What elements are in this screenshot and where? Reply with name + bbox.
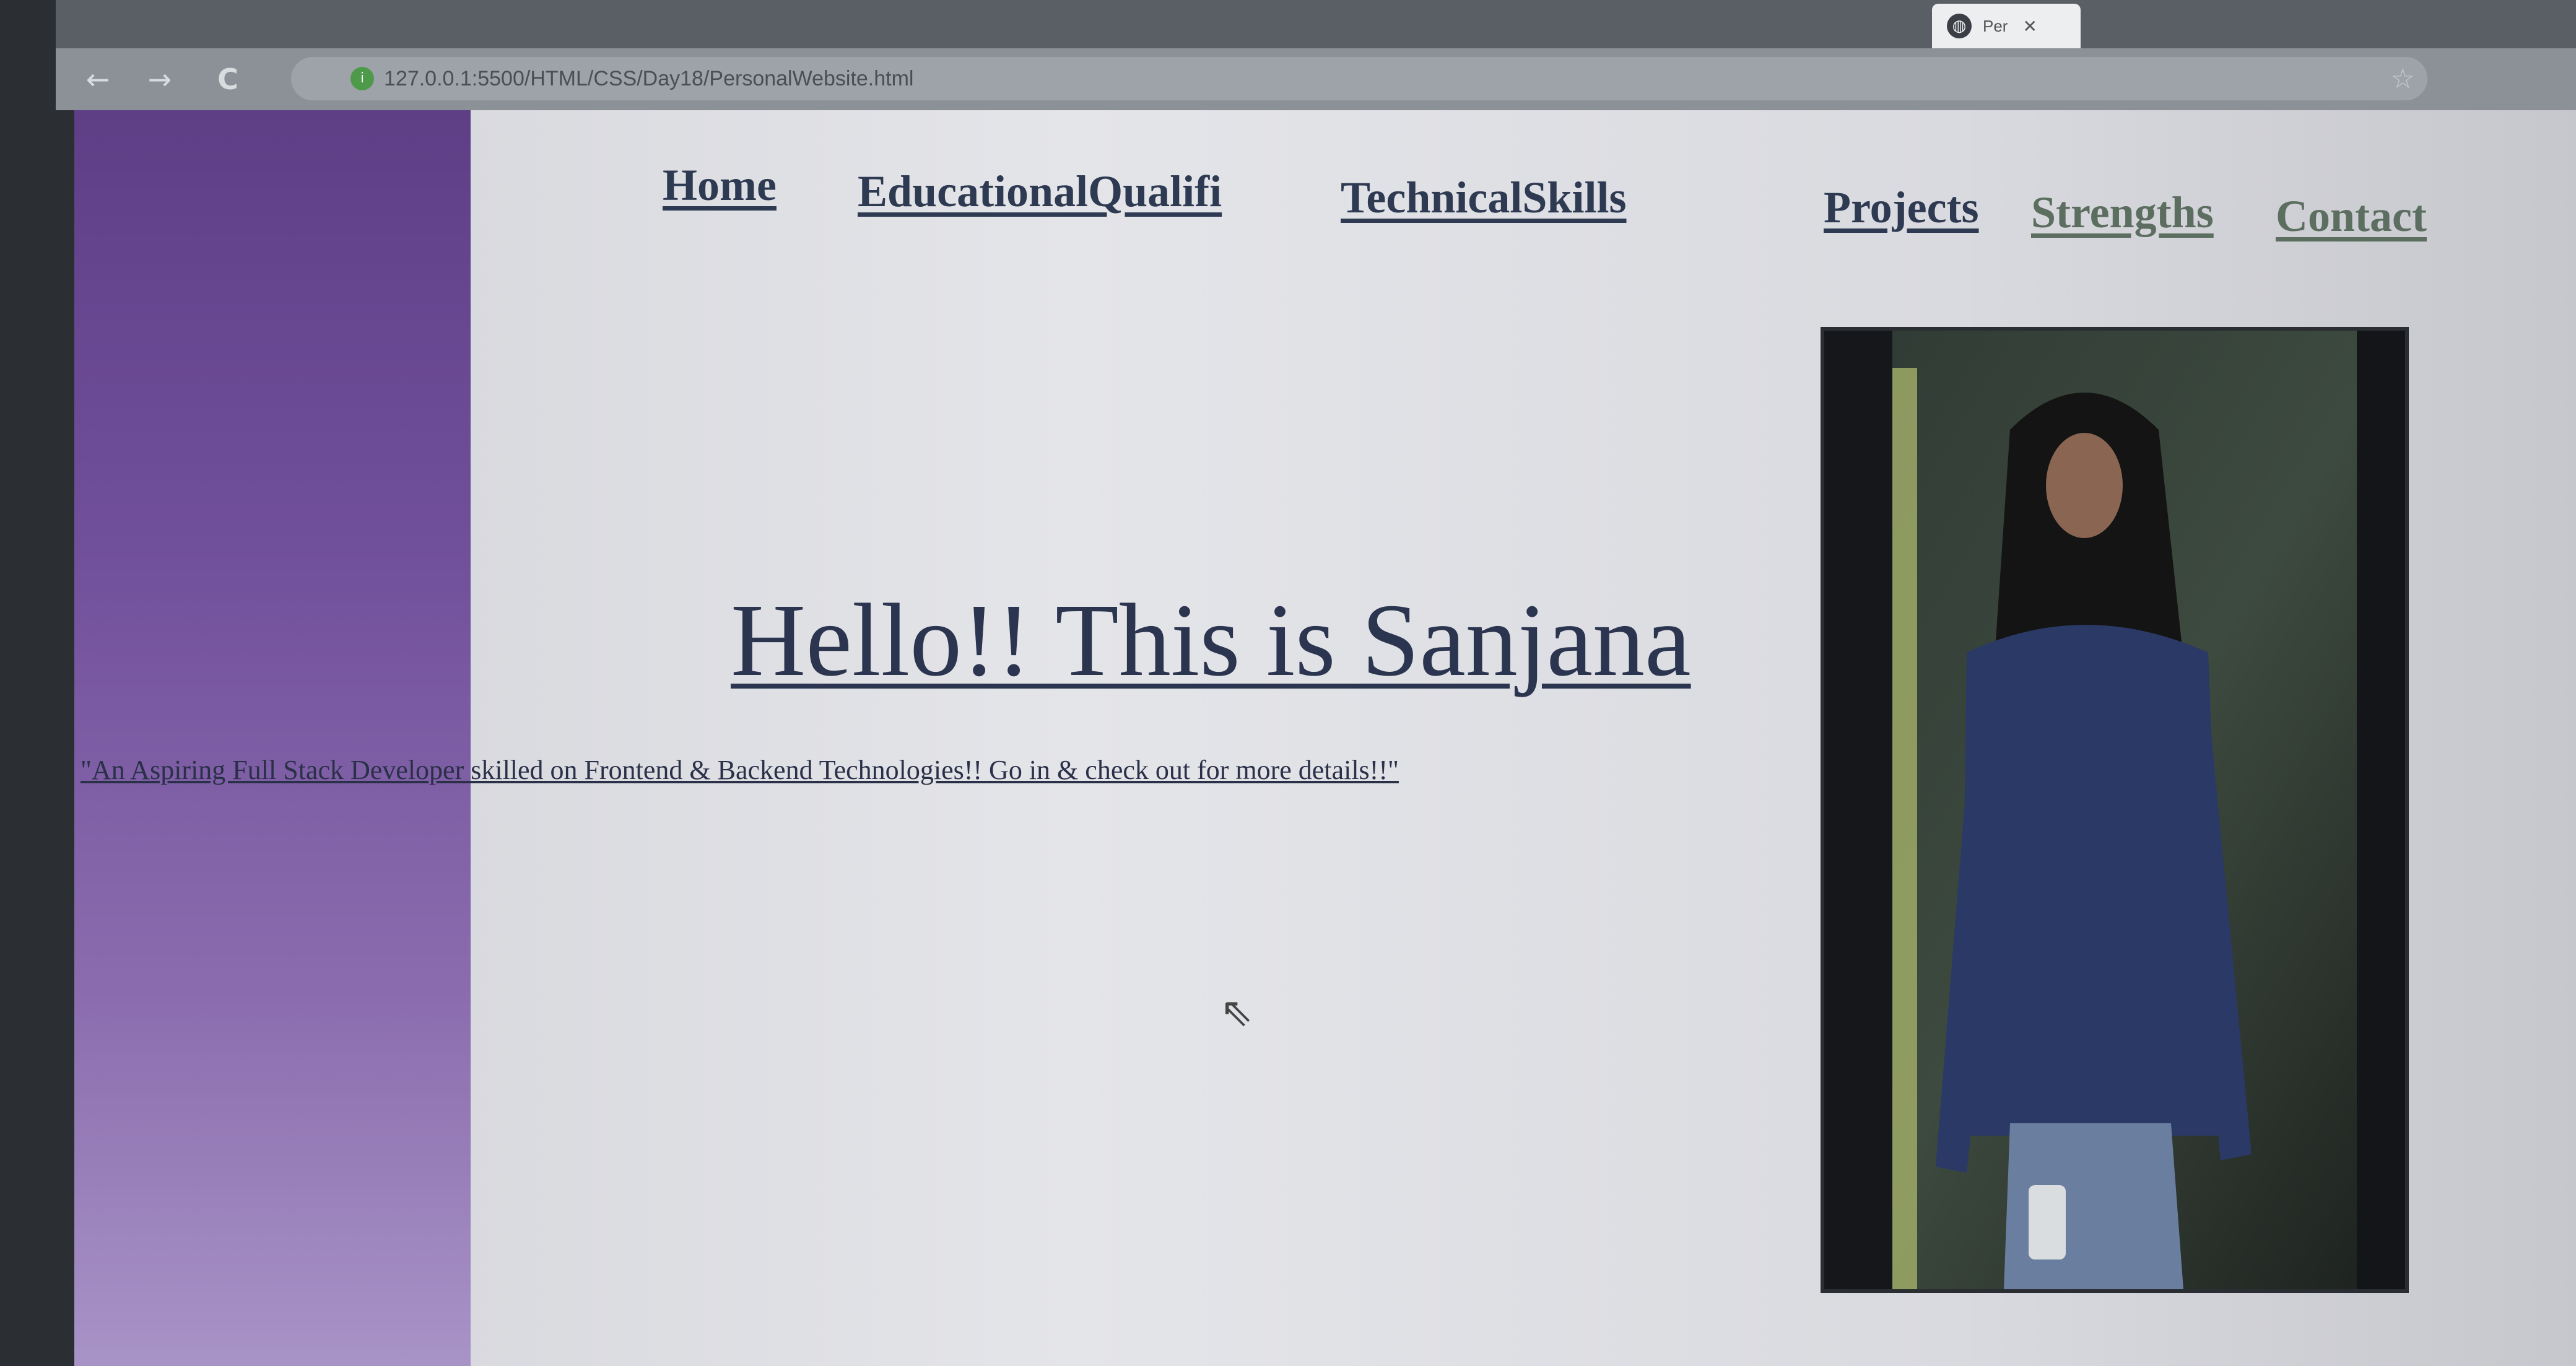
mouse-cursor-icon: ⇖ [1220,990,1253,1035]
profile-photo [1821,327,2409,1293]
page-viewport: Home EducationalQualifi TechnicalSkills … [74,110,2576,1366]
hero-title: Hello!! This is Sanjana [731,583,1691,698]
nav-link-strengths[interactable]: Strengths [2031,187,2214,238]
nav-link-home[interactable]: Home [663,160,777,211]
tab-title: Per [1983,16,2008,35]
hero-tagline[interactable]: "An Aspiring Full Stack Developer skille… [80,754,1629,786]
side-panel [74,110,471,1366]
profile-photo-image [1824,331,2405,1289]
nav-link-technical-skills[interactable]: TechnicalSkills [1341,172,1627,224]
back-icon[interactable]: ← [80,62,115,97]
main-nav: Home EducationalQualifi TechnicalSkills … [74,110,2576,259]
close-icon[interactable]: ✕ [2022,16,2037,37]
globe-icon: ◍ [1947,14,1972,38]
nav-link-contact[interactable]: Contact [2276,191,2427,242]
browser-tab-bar: ◍ Per ✕ [56,0,2576,48]
site-info-icon[interactable]: i [350,67,374,90]
browser-toolbar: ← → C i 127.0.0.1:5500/HTML/CSS/Day18/Pe… [56,48,2576,110]
nav-link-educational-qualification[interactable]: EducationalQualifi [858,166,1222,217]
reload-icon[interactable]: C [211,62,245,97]
browser-tab[interactable]: ◍ Per ✕ [1932,4,2081,48]
url-text[interactable]: 127.0.0.1:5500/HTML/CSS/Day18/PersonalWe… [384,67,913,91]
address-bar[interactable]: i 127.0.0.1:5500/HTML/CSS/Day18/Personal… [291,57,2427,100]
nav-link-projects[interactable]: Projects [1824,182,1979,233]
bookmark-icon[interactable]: ☆ [2391,63,2415,95]
forward-icon[interactable]: → [142,62,177,97]
